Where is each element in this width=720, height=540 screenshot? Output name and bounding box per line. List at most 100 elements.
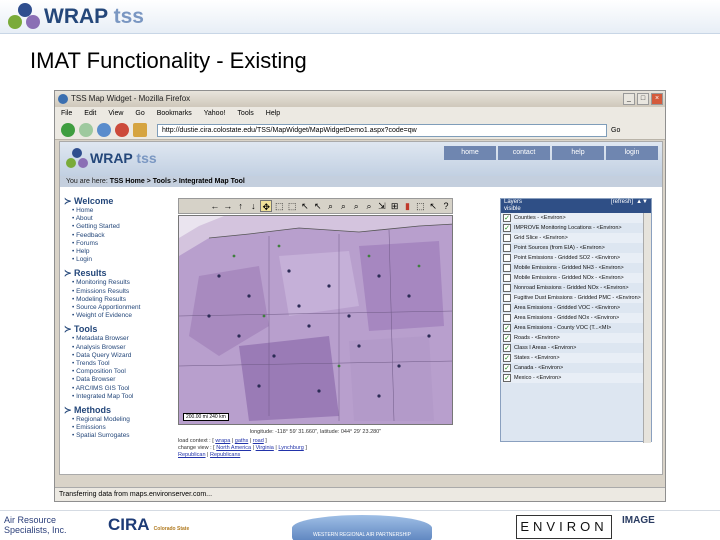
help-icon[interactable]: ? [440,200,452,212]
layer-checkbox[interactable]: ✓ [503,334,511,342]
context-link-wrapa[interactable]: wrapa [215,438,230,444]
sidebar-link[interactable]: • Getting Started [64,223,174,231]
layers-collapse-icon[interactable]: ▲▼ [636,199,648,206]
sidebar-link[interactable]: • Login [64,256,174,264]
sidebar-link[interactable]: • Metadata Browser [64,335,174,343]
pan-up-icon[interactable]: ↑ [235,200,247,212]
layer-checkbox[interactable] [503,254,511,262]
layer-row: ✓ Canada - <Environ> [501,363,651,373]
context-link-gaths[interactable]: gaths [235,438,248,444]
maximize-button[interactable]: □ [637,93,649,105]
sidebar-link[interactable]: • Emissions Results [64,288,174,296]
menu-file[interactable]: File [61,107,72,120]
menu-yahoo[interactable]: Yahoo! [204,107,226,120]
sidebar-section-results[interactable]: ≻ Results [64,268,174,279]
select-icon[interactable]: ⬚ [273,200,285,212]
clear-icon[interactable]: ⬚ [414,200,426,212]
pan-tool-icon[interactable]: ✥ [260,200,273,212]
close-button[interactable]: × [651,93,663,105]
sidebar-link[interactable]: • Integrated Map Tool [64,393,174,401]
layer-checkbox[interactable]: ✓ [503,374,511,382]
layer-checkbox[interactable]: ✓ [503,224,511,232]
map-view[interactable]: 200.00 mi 240 km [178,215,453,425]
layer-checkbox[interactable] [503,304,511,312]
layer-checkbox[interactable] [503,244,511,252]
minimize-button[interactable]: _ [623,93,635,105]
zoom-layer-icon[interactable]: ⌕ [363,200,375,212]
url-input[interactable]: http://dustie.cira.colostate.edu/TSS/Map… [157,124,607,137]
buffer-icon[interactable]: ⊞ [389,200,401,212]
menu-tools[interactable]: Tools [237,107,253,120]
menu-help[interactable]: Help [266,107,280,120]
sidebar-link[interactable]: • About [64,215,174,223]
layer-checkbox[interactable]: ✓ [503,324,511,332]
nav-home[interactable]: home [444,146,496,160]
layer-checkbox[interactable] [503,294,511,302]
go-button[interactable]: Go [611,124,620,137]
nav-help[interactable]: help [552,146,604,160]
zoom-in-icon[interactable]: ⌕ [325,200,337,212]
sidebar-link[interactable]: • Weight of Evidence [64,312,174,320]
home-icon[interactable] [133,123,147,137]
nav-contact[interactable]: contact [498,146,550,160]
measure-icon[interactable]: ⇲ [376,200,388,212]
context-link-road[interactable]: road [253,438,264,444]
layer-row: Mobile Emissions - Gridded NOx - <Enviro… [501,273,651,283]
menu-edit[interactable]: Edit [84,107,96,120]
sidebar-link[interactable]: • Feedback [64,232,174,240]
sidebar-link[interactable]: • Monitoring Results [64,279,174,287]
sidebar-link[interactable]: • ARC/IMS GIS Tool [64,385,174,393]
sidebar-link[interactable]: • Analysis Browser [64,344,174,352]
sidebar-link[interactable]: • Regional Modeling [64,416,174,424]
stop-icon[interactable] [115,123,129,137]
layer-checkbox[interactable] [503,264,511,272]
layer-checkbox[interactable] [503,314,511,322]
pan-right-icon[interactable]: → [222,200,234,212]
sidebar-link[interactable]: • Composition Tool [64,368,174,376]
layer-checkbox[interactable]: ✓ [503,364,511,372]
menu-go[interactable]: Go [135,107,144,120]
back-icon[interactable] [61,123,75,137]
sidebar-link[interactable]: • Spatial Surrogates [64,432,174,440]
reload-icon[interactable] [97,123,111,137]
layer-checkbox[interactable]: ✓ [503,354,511,362]
identify-icon[interactable]: ↖ [427,200,439,212]
menu-bookmarks[interactable]: Bookmarks [157,107,192,120]
extra-link-2[interactable]: Republicans [210,452,240,458]
sidebar-section-welcome[interactable]: ≻ Welcome [64,196,174,207]
sidebar-link[interactable]: • Help [64,248,174,256]
sidebar-link[interactable]: • Forums [64,240,174,248]
sidebar-link[interactable]: • Data Query Wizard [64,352,174,360]
layer-checkbox[interactable]: ✓ [503,214,511,222]
menu-view[interactable]: View [108,107,123,120]
sidebar-section-tools[interactable]: ≻ Tools [64,324,174,335]
extra-link-1[interactable]: Republican [178,452,206,458]
legend-icon[interactable]: ▮ [402,200,414,212]
pointer-info-icon[interactable]: ↖ [312,200,324,212]
layer-checkbox[interactable] [503,234,511,242]
wrap-logo-icon [66,148,88,170]
view-link-north-america[interactable]: North America [216,445,251,451]
layer-checkbox[interactable]: ✓ [503,344,511,352]
layer-checkbox[interactable] [503,274,511,282]
pointer-icon[interactable]: ↖ [299,200,311,212]
sidebar-link[interactable]: • Modeling Results [64,296,174,304]
sidebar-link[interactable]: • Source Apportionment [64,304,174,312]
forward-icon[interactable] [79,123,93,137]
layers-refresh-link[interactable]: [refresh] [611,199,633,206]
view-link-virginia[interactable]: Virginia [256,445,274,451]
layers-scrollbar[interactable] [643,213,651,443]
sidebar-link[interactable]: • Home [64,207,174,215]
sidebar-section-methods[interactable]: ≻ Methods [64,405,174,416]
sidebar-link[interactable]: • Data Browser [64,376,174,384]
select-box-icon[interactable]: ⬚ [286,200,298,212]
view-link-lynchburg[interactable]: Lynchburg [278,445,303,451]
layer-checkbox[interactable] [503,284,511,292]
zoom-full-icon[interactable]: ⌕ [350,200,362,212]
sidebar-link[interactable]: • Emissions [64,424,174,432]
pan-left-icon[interactable]: ← [209,200,221,212]
nav-login[interactable]: login [606,146,658,160]
zoom-out-icon[interactable]: ⌕ [337,200,349,212]
pan-down-icon[interactable]: ↓ [247,200,259,212]
sidebar-link[interactable]: • Trends Tool [64,360,174,368]
